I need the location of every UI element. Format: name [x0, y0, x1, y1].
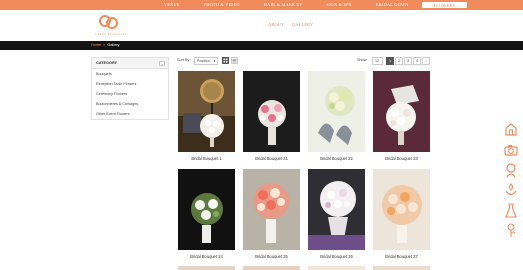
product-photo[interactable] [243, 169, 300, 250]
collapse-button[interactable]: - [159, 61, 165, 66]
sort-label: Sort By: [177, 58, 191, 62]
product-name[interactable]: Bridal Bouquet 25 [243, 254, 300, 259]
logo-ring-right [106, 17, 118, 29]
spa-icon[interactable] [503, 182, 519, 198]
product-name[interactable]: Bridal Bouquet 22 [308, 156, 365, 161]
grid-view-icon[interactable] [222, 57, 229, 64]
flower-icon[interactable] [503, 222, 519, 238]
top-nav-bar: VENUE PHOTO & VIDEO HAIR & MAKE UP SKIN … [0, 0, 523, 10]
venue-icon[interactable] [503, 121, 519, 137]
product-photo[interactable] [373, 266, 430, 270]
category-boutonnieres-corsages[interactable]: Boutonnieres & Corsages [92, 99, 168, 109]
site-logo[interactable]: Chérie Promotions [88, 13, 134, 38]
category-bouquets[interactable]: Bouquets [92, 69, 168, 79]
category-reception-table-flowers[interactable]: Reception Table Flowers [92, 79, 168, 89]
show-select-value: 12 [375, 59, 379, 63]
nav-flowers[interactable]: FLOWERS [420, 1, 469, 9]
product-photo[interactable] [243, 71, 300, 152]
product-photo[interactable] [178, 266, 235, 270]
product-name[interactable]: Bridal Bouquet 24 [178, 254, 235, 259]
breadcrumb: Home > Gallery [0, 41, 523, 50]
category-other-event-flowers[interactable]: Other Event Flowers [92, 109, 168, 119]
makeup-icon[interactable] [503, 162, 519, 178]
show-label: Show: [357, 58, 368, 62]
nav-venue[interactable]: VENUE [152, 0, 192, 10]
show-select[interactable]: 12 [372, 57, 383, 65]
category-heading-label: CATEGORY [96, 61, 118, 65]
chevron-down-icon: ▼ [213, 59, 216, 63]
nav-bridal-gown[interactable]: BRIDAL GOWN [364, 0, 421, 10]
product-photo[interactable] [178, 169, 235, 250]
product-photo[interactable] [243, 266, 300, 270]
list-view-icon[interactable] [231, 57, 238, 64]
category-sidebar: CATEGORY - Bouquets Reception Table Flow… [91, 57, 169, 120]
sort-select-value: Position [197, 59, 210, 63]
breadcrumb-home[interactable]: Home [91, 43, 101, 47]
camera-icon[interactable] [503, 142, 519, 158]
sort-select[interactable]: Position ▼ [194, 57, 218, 65]
product-photo[interactable] [308, 169, 365, 250]
product-name[interactable]: Bridal Bouquet 23 [373, 156, 430, 161]
breadcrumb-separator: > [103, 43, 106, 47]
page-1[interactable]: 1 [386, 57, 394, 65]
product-name[interactable]: Bridal Bouquet 1 [178, 156, 235, 161]
logo-text: Chérie Promotions [95, 33, 127, 36]
nav-skin-spa[interactable]: SKIN & SPA [314, 0, 363, 10]
next-page-button[interactable]: › [422, 57, 430, 65]
top-nav-items: VENUE PHOTO & VIDEO HAIR & MAKE UP SKIN … [152, 0, 469, 10]
subnav-about[interactable]: ABOUT [268, 22, 284, 27]
nav-photo-video[interactable]: PHOTO & VIDEO [192, 0, 252, 10]
product-name[interactable]: Bridal Bouquet 26 [308, 254, 365, 259]
gown-icon[interactable] [503, 202, 519, 218]
product-photo[interactable] [373, 169, 430, 250]
product-photo[interactable] [178, 71, 235, 152]
page-3[interactable]: 3 [404, 57, 412, 65]
page-4[interactable]: 4 [413, 57, 421, 65]
product-photo[interactable] [308, 71, 365, 152]
product-photo[interactable] [373, 71, 430, 152]
category-ceremony-flowers[interactable]: Ceremony Flowers [92, 89, 168, 99]
category-heading: CATEGORY - [92, 58, 168, 69]
product-name[interactable]: Bridal Bouquet 21 [243, 156, 300, 161]
product-photo[interactable] [308, 266, 365, 270]
nav-hair-makeup[interactable]: HAIR & MAKE UP [252, 0, 315, 10]
breadcrumb-current: Gallery [107, 43, 120, 47]
page-2[interactable]: 2 [395, 57, 403, 65]
subnav-gallery[interactable]: GALLERY [292, 22, 313, 27]
product-name[interactable]: Bridal Bouquet 27 [373, 254, 430, 259]
